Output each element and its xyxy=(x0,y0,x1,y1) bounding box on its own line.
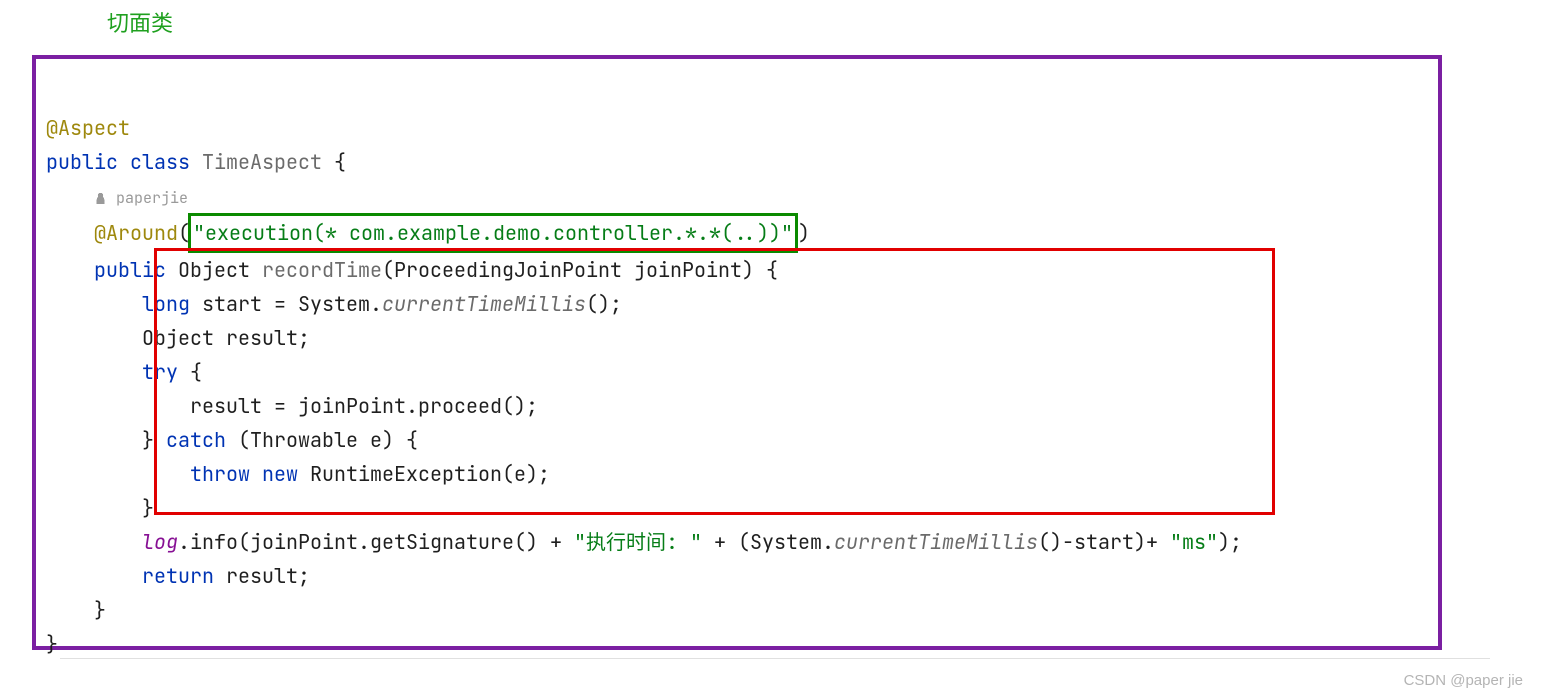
divider xyxy=(60,658,1490,659)
catch-tail: (Throwable e) { xyxy=(226,427,418,453)
close-catch: } xyxy=(142,495,154,521)
tail3: ); xyxy=(1218,529,1242,555)
kw-throw: throw xyxy=(190,461,250,487)
kw-new: new xyxy=(262,461,298,487)
kw-catch: catch xyxy=(166,427,226,453)
pointcut-string: "execution(* com.example.demo.controller… xyxy=(193,220,793,246)
params: (ProceedingJoinPoint joinPoint) { xyxy=(382,257,778,283)
str-ms: "ms" xyxy=(1170,529,1218,555)
log-field: log xyxy=(142,529,178,555)
author-tag: paperjie xyxy=(94,188,188,208)
info-head: .info(joinPoint.getSignature() + xyxy=(178,529,574,555)
pointcut-box: "execution(* com.example.demo.controller… xyxy=(188,213,798,253)
class-name: TimeAspect xyxy=(202,149,322,175)
brace-open: { xyxy=(334,149,346,175)
ctm: currentTimeMillis xyxy=(382,291,586,317)
kw-public: public xyxy=(46,149,118,175)
paren-close: ) xyxy=(798,220,810,246)
kw-long: long xyxy=(142,291,190,317)
brace-close-method: } xyxy=(94,597,106,623)
catch-head: } xyxy=(142,427,166,453)
ctm2: currentTimeMillis xyxy=(834,529,1038,555)
ctm-tail: (); xyxy=(586,291,622,317)
return-type: Object xyxy=(178,257,250,283)
watermark: CSDN @paper jie xyxy=(1404,668,1523,694)
start-assign: start = System. xyxy=(190,291,382,317)
aspect-class-box: @Aspect public class TimeAspect { paperj… xyxy=(32,55,1442,650)
rte: RuntimeException(e); xyxy=(298,461,550,487)
kw-return: return xyxy=(142,563,214,589)
proceed-line: result = joinPoint.proceed(); xyxy=(142,393,538,419)
code-block: @Aspect public class TimeAspect { paperj… xyxy=(46,77,1428,695)
method-name: recordTime xyxy=(262,257,382,283)
brace-close-class: } xyxy=(46,631,58,657)
label-aspect-class: 切面类 xyxy=(107,5,173,42)
str-exec: "执行时间: " xyxy=(574,529,702,555)
kw-class: class xyxy=(130,149,190,175)
kw-try: try xyxy=(142,359,178,385)
try-tail: { xyxy=(178,359,202,385)
mid: + (System. xyxy=(702,529,834,555)
page-root: 切面类 切点表达式 通知 @Aspect public class TimeAs… xyxy=(0,0,1553,697)
annotation-aspect: @Aspect xyxy=(46,115,130,141)
annotation-around: @Around xyxy=(94,220,178,246)
person-icon xyxy=(94,191,107,204)
tail2: ()-start)+ xyxy=(1038,529,1170,555)
author-name: paperjie xyxy=(116,188,188,208)
kw-public2: public xyxy=(94,257,166,283)
obj-result: Object result; xyxy=(142,325,310,351)
return-tail: result; xyxy=(214,563,310,589)
